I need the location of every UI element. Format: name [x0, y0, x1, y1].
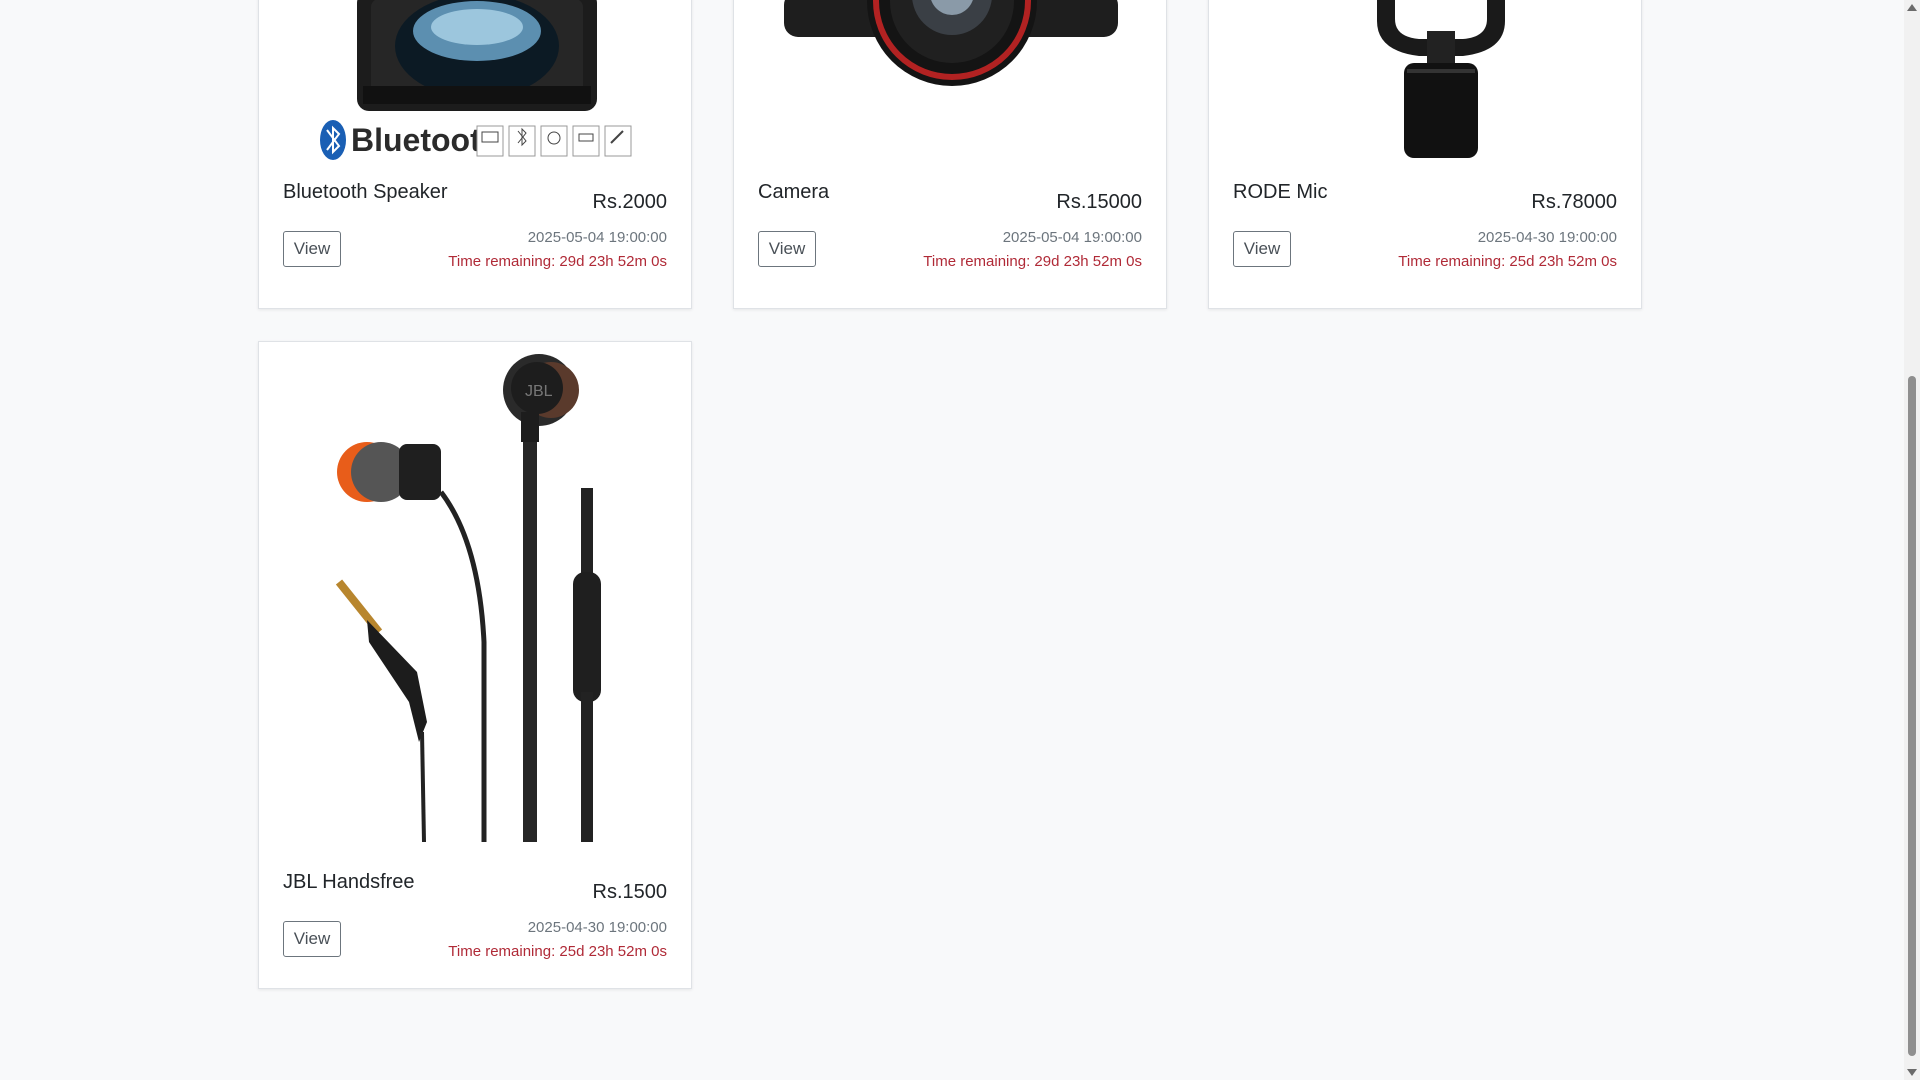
time-remaining: Time remaining: 29d 23h 52m 0s: [448, 253, 667, 270]
vertical-scrollbar[interactable]: [1904, 0, 1920, 1080]
product-name: RODE Mic: [1233, 181, 1328, 203]
auction-end-date: 2025-05-04 19:00:00: [527, 229, 667, 246]
scrollbar-thumb[interactable]: [1908, 376, 1916, 1056]
auction-end-date: 2025-04-30 19:00:00: [1477, 229, 1617, 246]
product-card: JBL JBL Handsfree Rs.1500 View 2025-04-3…: [258, 341, 692, 989]
camera-image: [734, 0, 1166, 166]
time-remaining: Time remaining: 25d 23h 52m 0s: [1398, 253, 1617, 270]
product-name: Bluetooth Speaker: [283, 181, 448, 203]
view-button[interactable]: View: [758, 231, 816, 267]
product-price: Rs.2000: [592, 191, 668, 213]
product-name: JBL Handsfree: [283, 871, 415, 893]
product-price: Rs.1500: [592, 881, 668, 903]
view-button[interactable]: View: [1233, 231, 1291, 267]
scroll-down-arrow-icon[interactable]: [1907, 1069, 1917, 1076]
time-remaining: Time remaining: 25d 23h 52m 0s: [448, 943, 667, 960]
product-card: RODE Mic Rs.78000 View 2025-04-30 19:00:…: [1208, 0, 1642, 309]
product-card: Bluetooth Bluetooth Speaker Rs.2000 View…: [258, 0, 692, 309]
product-price: Rs.78000: [1531, 191, 1617, 213]
product-card: Camera Rs.15000 View 2025-05-04 19:00:00…: [733, 0, 1167, 309]
product-price: Rs.15000: [1056, 191, 1142, 213]
auction-end-date: 2025-05-04 19:00:00: [1002, 229, 1142, 246]
product-name: Camera: [758, 181, 830, 203]
auction-end-date: 2025-04-30 19:00:00: [527, 919, 667, 936]
view-button[interactable]: View: [283, 231, 341, 267]
scroll-up-arrow-icon[interactable]: [1907, 4, 1917, 11]
jbl-logo: JBL: [525, 383, 553, 400]
speaker-image: Bluetooth: [259, 0, 691, 166]
view-button[interactable]: View: [283, 921, 341, 957]
earphones-image: JBL: [259, 342, 691, 842]
microphone-image: [1209, 0, 1641, 166]
product-grid: Bluetooth Bluetooth Speaker Rs.2000 View…: [0, 0, 1904, 1080]
time-remaining: Time remaining: 29d 23h 52m 0s: [923, 253, 1142, 270]
